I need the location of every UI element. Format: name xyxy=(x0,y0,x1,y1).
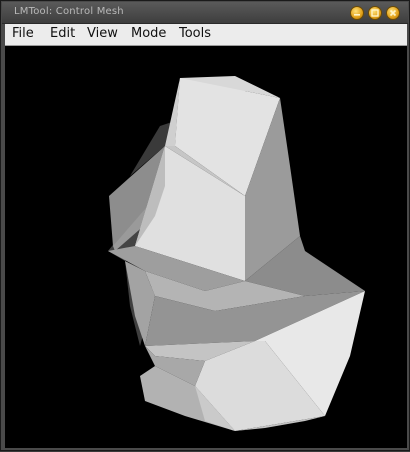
control-mesh-render xyxy=(108,76,365,431)
close-button[interactable] xyxy=(386,6,400,20)
menu-mode[interactable]: Mode xyxy=(131,26,166,41)
menu-view[interactable]: View xyxy=(87,26,118,41)
maximize-button[interactable] xyxy=(368,6,382,20)
close-icon xyxy=(389,9,397,17)
maximize-icon xyxy=(371,9,379,17)
application-window: LMTool: Control Mesh File Edit View Mode… xyxy=(0,0,410,451)
minimize-button[interactable] xyxy=(350,6,364,20)
minimize-icon xyxy=(354,14,360,16)
title-bar[interactable]: LMTool: Control Mesh xyxy=(2,2,408,24)
menu-bar: File Edit View Mode Tools xyxy=(5,24,407,46)
3d-viewport[interactable] xyxy=(5,46,407,448)
menu-file[interactable]: File xyxy=(12,26,34,41)
menu-edit[interactable]: Edit xyxy=(50,26,75,41)
menu-tools[interactable]: Tools xyxy=(179,26,211,41)
window-title: LMTool: Control Mesh xyxy=(14,6,124,17)
